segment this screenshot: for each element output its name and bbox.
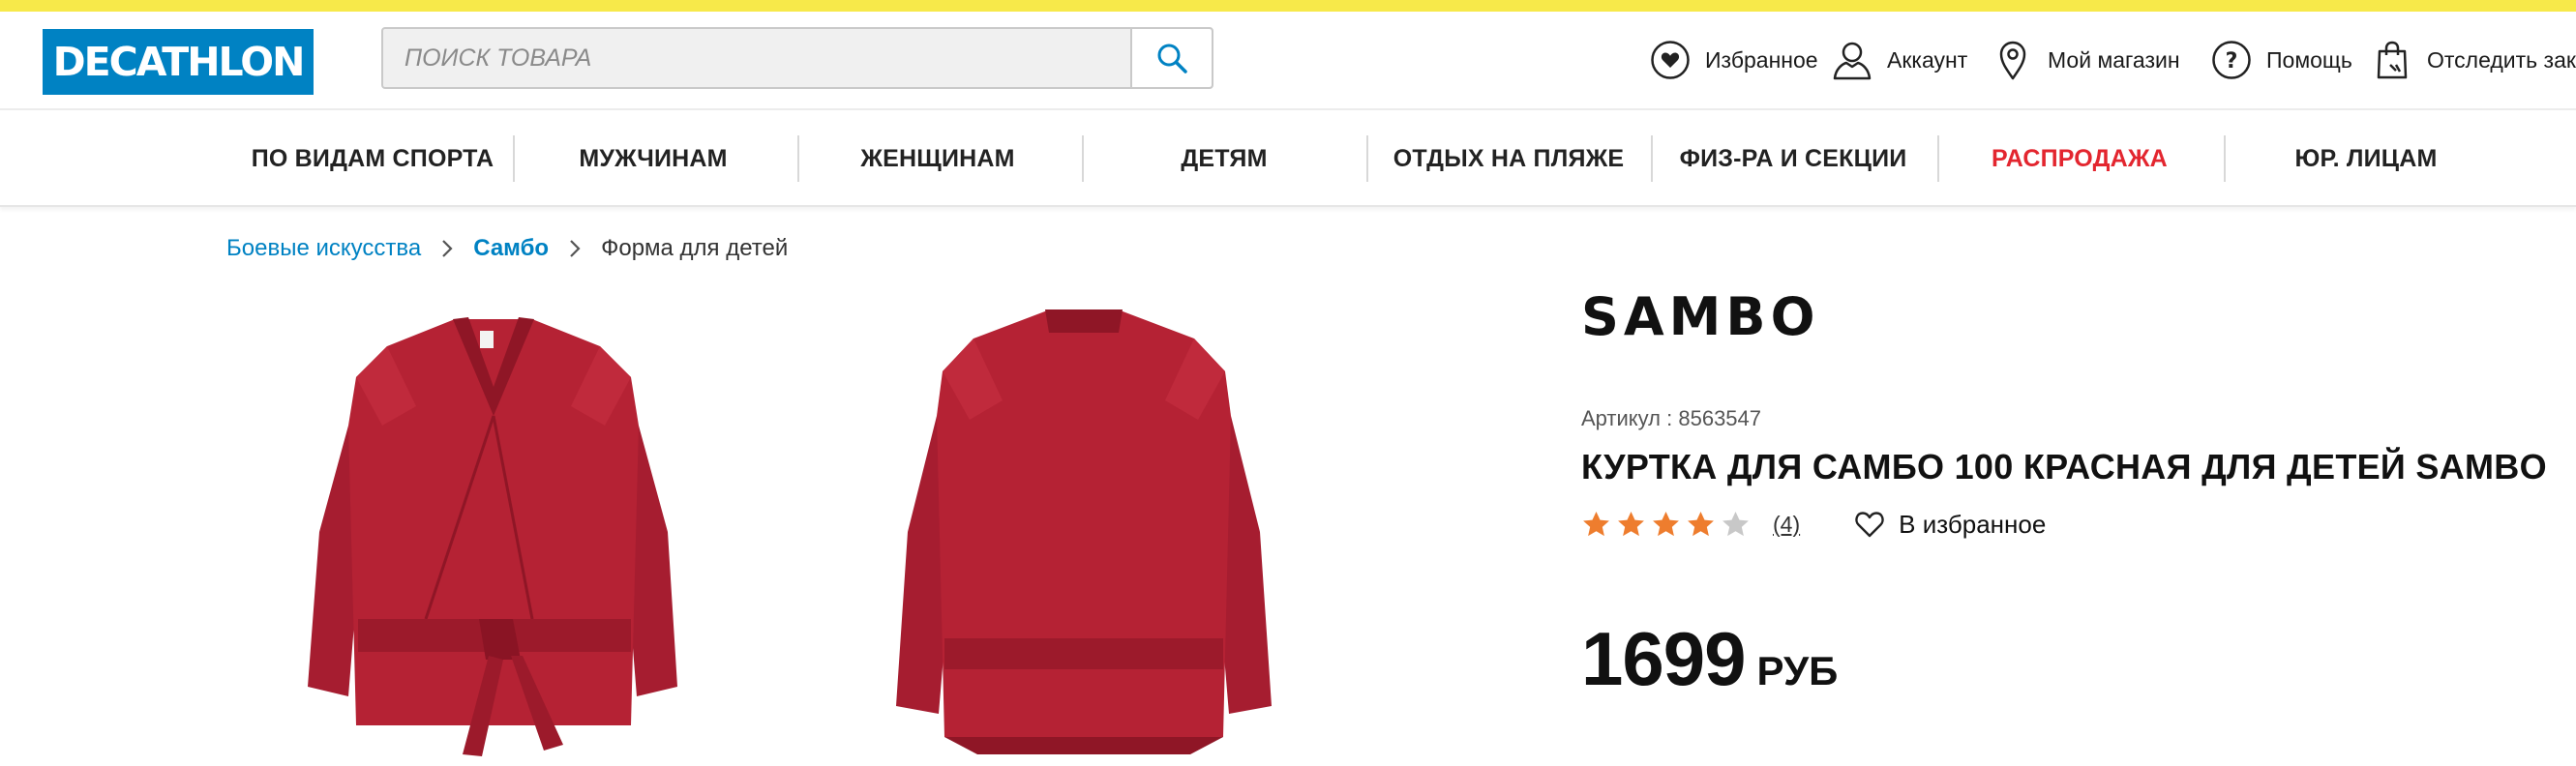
product-image-front[interactable] [290, 300, 697, 766]
chevron-right-icon [440, 238, 454, 259]
main-navigation: ПО ВИДАМ СПОРТА МУЖЧИНАМ ЖЕНЩИНАМ ДЕТЯМ … [0, 110, 2576, 207]
star-filled-icon [1688, 511, 1714, 536]
help-icon: ? [2210, 39, 2253, 81]
nav-item-sports[interactable]: ПО ВИДАМ СПОРТА [230, 132, 515, 186]
nav-item-legal-entities[interactable]: ЮР. ЛИЦАМ [2224, 132, 2508, 186]
product-brand: SAMBO [1581, 286, 1820, 347]
price-value: 1699 [1581, 616, 1747, 701]
header-my-store-link[interactable]: Мой магазин [1992, 39, 2180, 81]
location-pin-icon [1992, 39, 2034, 81]
star-filled-icon [1583, 511, 1609, 536]
header-help-link[interactable]: ? Помощь [2210, 39, 2352, 81]
logo-text: DECATHLON [52, 39, 306, 85]
header-account-link[interactable]: Аккаунт [1831, 39, 1967, 81]
search-icon [1157, 44, 1187, 74]
article-number: 8563547 [1678, 406, 1762, 430]
nav-item-pe-sections[interactable]: ФИЗ-РА И СЕКЦИИ [1651, 132, 1935, 186]
product-image-back[interactable] [881, 300, 1287, 766]
nav-item-beach[interactable]: ОТДЫХ НА ПЛЯЖЕ [1366, 132, 1651, 186]
add-to-favorites-button[interactable]: В избранное [1854, 510, 2046, 540]
rating-stars[interactable] [1581, 510, 1755, 540]
star-filled-icon [1653, 511, 1679, 536]
header-my-store-label: Мой магазин [2048, 46, 2180, 73]
breadcrumb-martial-arts[interactable]: Боевые искусства [226, 235, 421, 262]
decathlon-logo[interactable]: DECATHLON [43, 29, 314, 95]
breadcrumb-sambo[interactable]: Самбо [473, 235, 549, 262]
svg-text:?: ? [2226, 49, 2238, 74]
heart-outline-icon [1855, 512, 1884, 538]
search-bar [381, 27, 1213, 89]
header-track-order-link[interactable]: Отследить заказ [2371, 39, 2576, 81]
breadcrumb-current: Форма для детей [601, 235, 789, 261]
top-accent-stripe [0, 0, 2576, 12]
reviews-count-link[interactable]: (4) [1773, 512, 1800, 538]
header-help-label: Помощь [2266, 46, 2352, 73]
header-account-label: Аккаунт [1887, 46, 1968, 73]
rating-row: (4) В избранное [1581, 505, 2046, 544]
heart-icon [1649, 39, 1692, 81]
breadcrumb: Боевые искусства Самбо Форма для детей [226, 232, 788, 265]
shopping-bag-icon [2371, 39, 2413, 81]
product-article: Артикул : 8563547 [1581, 406, 1761, 431]
header-favorites-label: Избранное [1705, 46, 1818, 73]
star-empty-icon [1722, 511, 1749, 536]
header-favorites-link[interactable]: Избранное [1649, 39, 1818, 81]
header-track-order-label: Отследить заказ [2427, 46, 2576, 73]
site-header: DECATHLON Избранное Аккаунт [0, 12, 2576, 110]
nav-item-sale[interactable]: РАСПРОДАЖА [1937, 132, 2222, 186]
product-title: КУРТКА ДЛЯ САМБО 100 КРАСНАЯ ДЛЯ ДЕТЕЙ S… [1581, 447, 2547, 486]
price-currency: РУБ [1756, 648, 1839, 693]
add-to-favorites-label: В избранное [1899, 509, 2047, 539]
nav-item-women[interactable]: ЖЕНЩИНАМ [795, 132, 1080, 186]
product-price: 1699 РУБ [1581, 615, 1838, 703]
nav-item-men[interactable]: МУЖЧИНАМ [511, 132, 795, 186]
search-button[interactable] [1130, 29, 1212, 87]
user-icon [1831, 39, 1873, 81]
article-label: Артикул : [1581, 406, 1679, 430]
search-input[interactable] [383, 29, 1132, 87]
star-filled-icon [1618, 511, 1644, 536]
chevron-right-icon [568, 238, 582, 259]
nav-item-kids[interactable]: ДЕТЯМ [1082, 132, 1366, 186]
